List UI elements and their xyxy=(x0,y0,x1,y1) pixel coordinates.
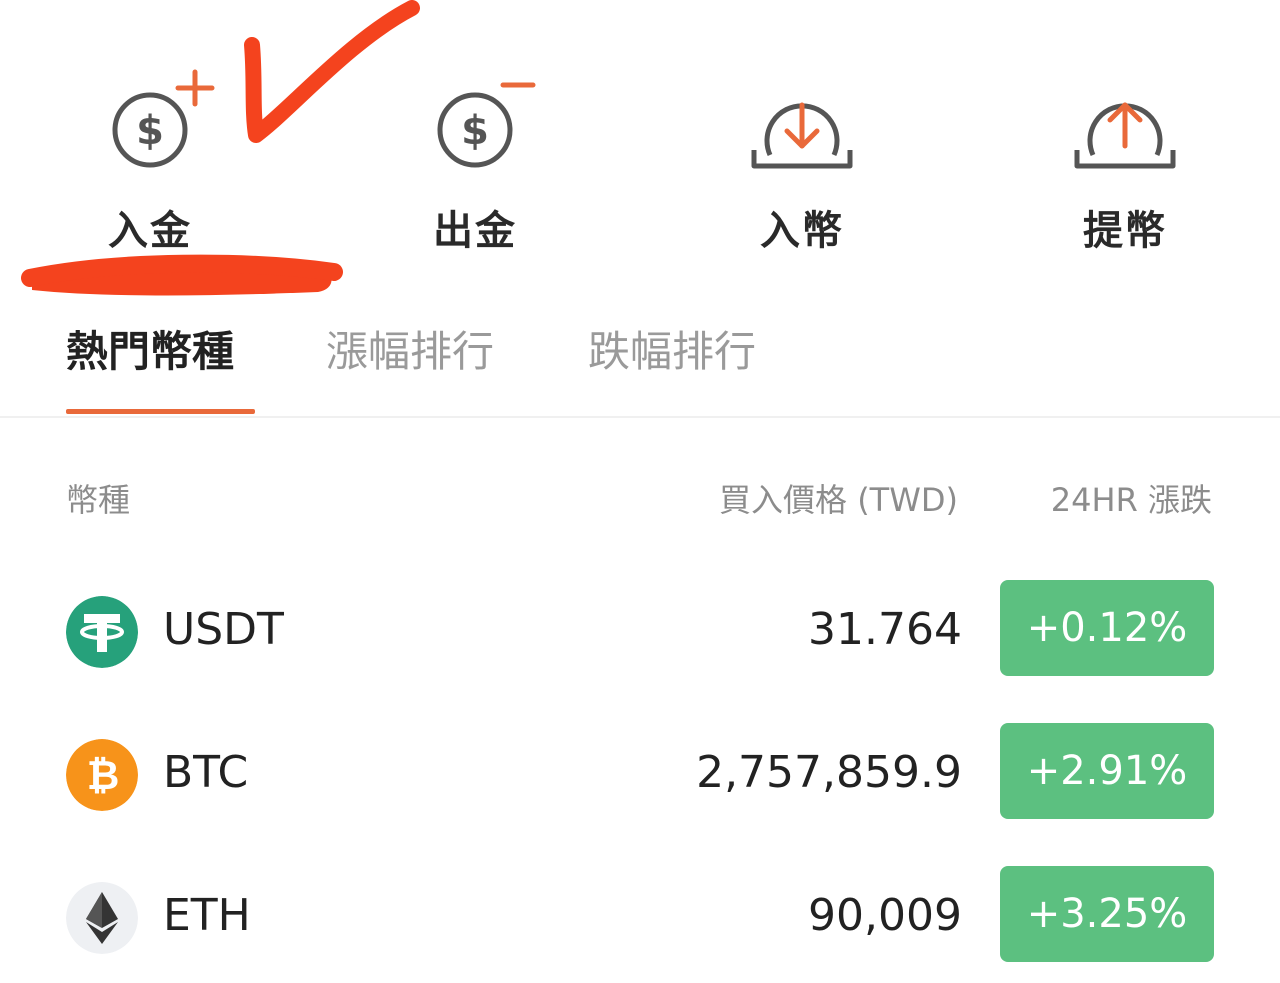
column-header-coin: 幣種 xyxy=(66,481,131,519)
svg-text:₿: ₿ xyxy=(87,753,120,799)
deposit-coin-label: 入幣 xyxy=(760,208,844,254)
change-badge: +2.91% xyxy=(1000,723,1214,819)
deposit-coin-button[interactable]: 入幣 xyxy=(712,60,892,260)
coin-withdraw-icon xyxy=(1074,102,1176,169)
coin-symbol: USDT xyxy=(163,604,284,655)
tab-top-losers[interactable]: 跌幅排行 xyxy=(588,318,756,379)
withdraw-coin-button[interactable]: 提幣 xyxy=(1035,60,1215,260)
deposit-fiat-label: 入金 xyxy=(108,208,192,254)
deposit-fiat-button[interactable]: $ 入金 xyxy=(60,60,240,260)
column-header-change: 24HR 漲跌 xyxy=(1050,481,1212,519)
column-header-price: 買入價格 (TWD) xyxy=(719,481,958,519)
dollar-plus-icon: $ xyxy=(112,69,215,168)
table-header: 幣種 買入價格 (TWD) 24HR 漲跌 xyxy=(0,475,1280,525)
svg-text:$: $ xyxy=(136,108,164,154)
usdt-icon xyxy=(66,596,138,668)
table-row[interactable]: ETH 90,009 +3.25% xyxy=(0,864,1280,974)
coin-price: 90,009 xyxy=(808,890,962,941)
coin-symbol: BTC xyxy=(163,747,249,798)
tab-top-gainers[interactable]: 漲幅排行 xyxy=(326,318,494,379)
svg-text:$: $ xyxy=(461,108,489,154)
coin-price: 2,757,859.9 xyxy=(696,747,962,798)
withdraw-fiat-button[interactable]: $ 出金 xyxy=(385,60,565,260)
coin-symbol: ETH xyxy=(163,890,251,941)
withdraw-coin-label: 提幣 xyxy=(1083,208,1167,254)
dollar-minus-icon: $ xyxy=(437,82,536,168)
table-row[interactable]: ₿ BTC 2,757,859.9 +2.91% xyxy=(0,721,1280,831)
eth-icon xyxy=(66,882,138,954)
market-tabs: 熱門幣種 漲幅排行 跌幅排行 xyxy=(0,300,1280,418)
coin-deposit-icon xyxy=(751,102,853,169)
btc-icon: ₿ xyxy=(66,739,138,811)
change-badge: +0.12% xyxy=(1000,580,1214,676)
exchange-screen: $ 入金 $ 出金 入幣 提幣 熱門幣種 漲幅排行 跌幅排行 幣種 買入價格 (… xyxy=(0,0,1280,983)
active-tab-indicator xyxy=(66,409,255,414)
change-badge: +3.25% xyxy=(1000,866,1214,962)
table-row[interactable]: USDT 31.764 +0.12% xyxy=(0,578,1280,688)
coin-price: 31.764 xyxy=(808,604,962,655)
withdraw-fiat-label: 出金 xyxy=(433,208,517,254)
tab-hot-coins[interactable]: 熱門幣種 xyxy=(66,318,234,379)
